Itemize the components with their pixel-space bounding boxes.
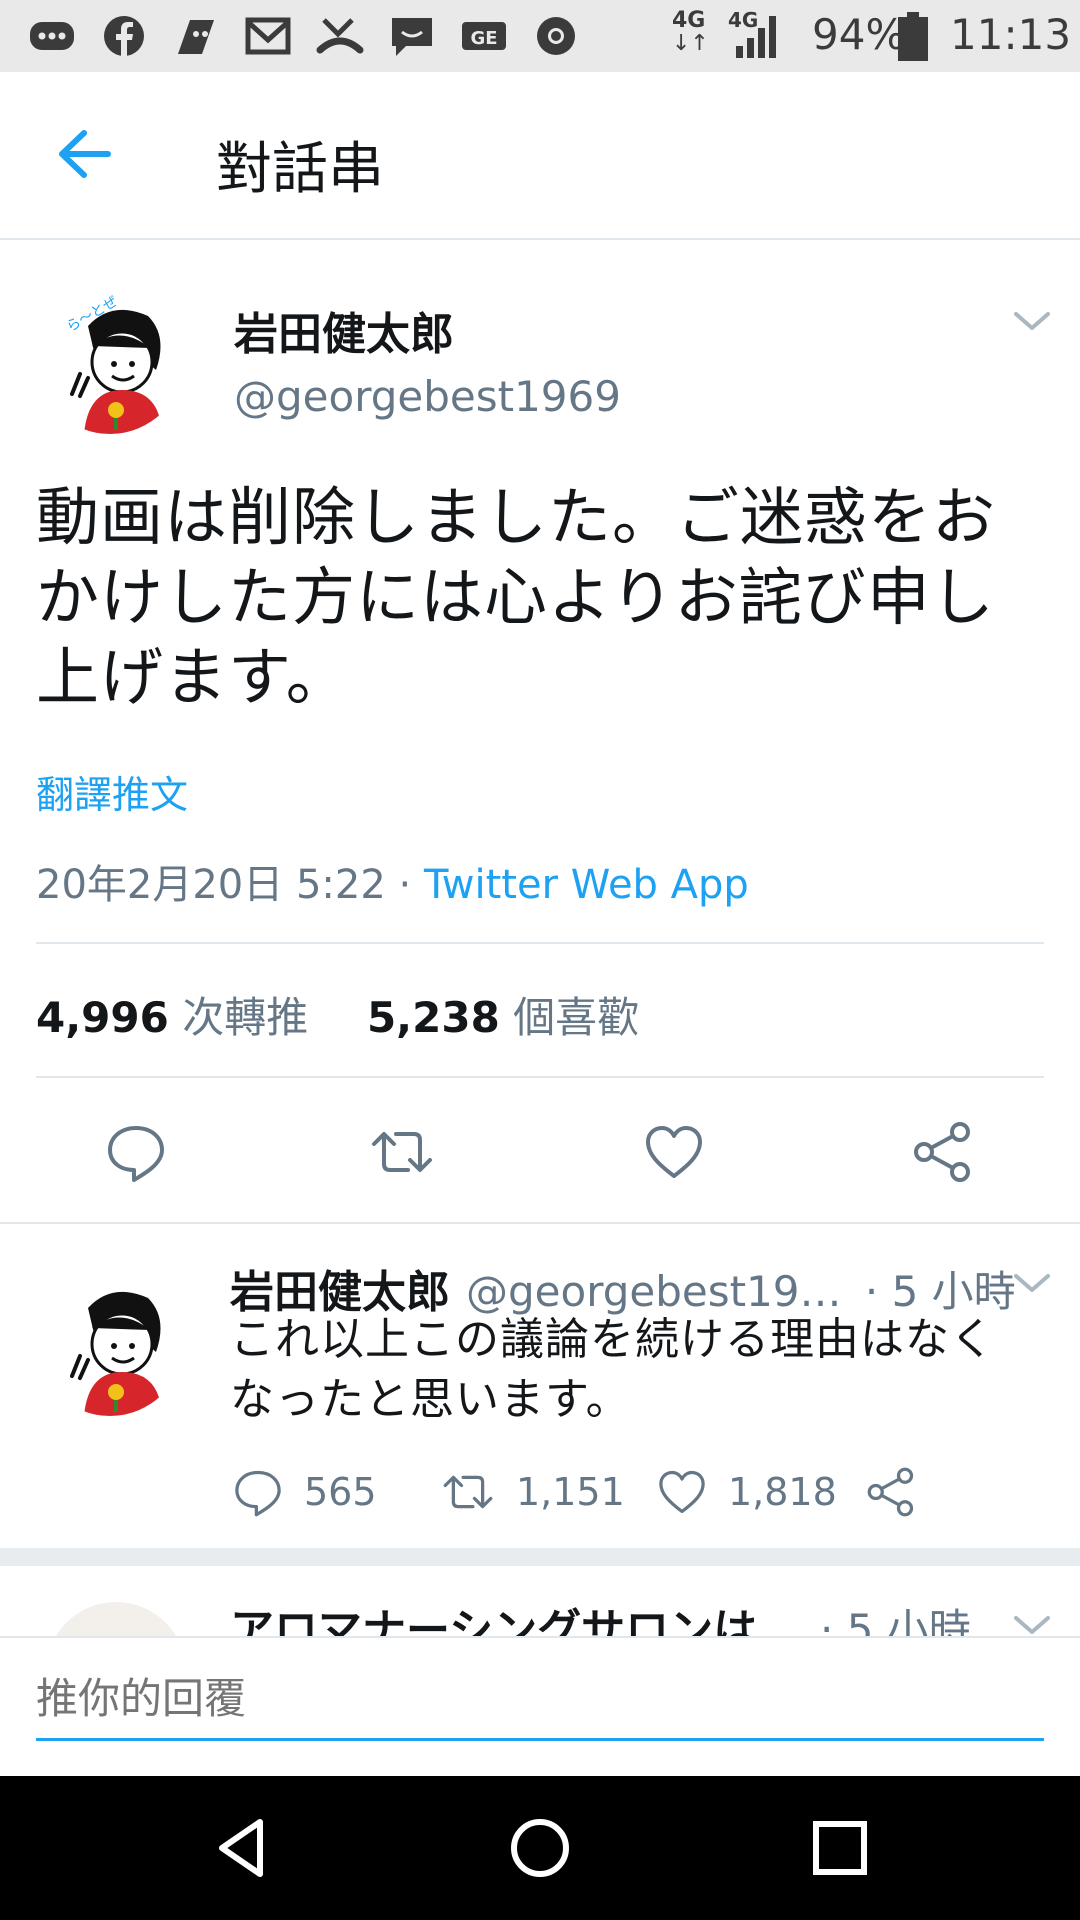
status-bar: GE 4G ↓↑ 4G 94% 11:13 (0, 0, 1080, 72)
translate-tweet-link[interactable]: 翻譯推文 (36, 764, 188, 819)
nav-home-icon[interactable] (504, 1812, 576, 1884)
reply-retweet-count: 1,151 (516, 1470, 625, 1514)
signal-icon (736, 16, 776, 58)
reply-handle-text[interactable]: @georgebest19… (466, 1267, 842, 1316)
nav-back-icon[interactable] (206, 1812, 278, 1884)
back-button[interactable] (48, 122, 120, 186)
compose-bar (0, 1636, 1080, 1778)
meta-separator: · (385, 862, 424, 908)
avatar-illustration (36, 1268, 184, 1416)
reply-input[interactable] (36, 1658, 1044, 1741)
reply-avatar[interactable] (36, 1268, 184, 1416)
tweet-meta: 20年2月20日 5:22 · Twitter Web App (36, 852, 749, 910)
retweet-label: 次轉推 (182, 993, 309, 1042)
divider (36, 942, 1044, 944)
like-heart-icon (659, 1470, 705, 1514)
next-reply-avatar[interactable] (46, 1602, 186, 1636)
news-app-icon: GE (462, 22, 506, 50)
share-icon (867, 1467, 914, 1517)
reply-icon (235, 1470, 281, 1517)
tweet-text: 動画は削除しました。ご迷惑をおかけした方には心よりお詫び申し上げます。 (36, 481, 996, 714)
app-header: 對話串 (0, 72, 1080, 240)
reply-reply-button[interactable]: 565 (232, 1462, 377, 1522)
page-title: 對話串 (216, 137, 384, 202)
more-notifications-icon (30, 22, 74, 50)
next-reply-author-name[interactable]: アロマナーシングサロンは (230, 1594, 757, 1636)
divider (36, 1076, 1044, 1078)
reply-time: · 5 小時 (864, 1267, 1016, 1316)
share-icon[interactable] (912, 1120, 976, 1184)
reply-retweet-button[interactable]: 1,151 (440, 1462, 625, 1522)
facebook-icon (104, 16, 144, 56)
reply-text: これ以上この議論を続ける理由はなくなったと思います。 (230, 1314, 995, 1425)
reply-like-count: 1,818 (728, 1470, 837, 1514)
reply-reply-count: 565 (304, 1470, 377, 1514)
battery-icon (898, 12, 928, 61)
reply-icon[interactable] (104, 1120, 168, 1184)
clock: 11:13 (950, 10, 1072, 59)
network-indicator-a: 4G ↓↑ (672, 8, 709, 56)
nav-recents-icon[interactable] (804, 1812, 876, 1884)
gmail-icon (245, 17, 291, 55)
svg-text:GE: GE (470, 28, 497, 49)
divider (0, 1222, 1080, 1224)
chevron-down-icon[interactable] (1012, 306, 1052, 336)
avatar[interactable]: ら〜とぜ (36, 286, 184, 434)
like-stat[interactable]: 5,238 個喜歡 (367, 993, 639, 1042)
chrome-icon (537, 17, 575, 55)
like-count: 5,238 (366, 993, 500, 1042)
chevron-down-icon[interactable] (1012, 1268, 1052, 1298)
reply-like-button[interactable]: 1,818 (656, 1462, 837, 1522)
tweet-source-link[interactable]: Twitter Web App (424, 862, 749, 908)
system-navigation-bar (0, 1776, 1080, 1920)
battery-percent: 94% (812, 10, 906, 59)
next-reply-partial[interactable]: アロマナーシングサロンは · 5 小時 (0, 1566, 1080, 1636)
author-handle[interactable]: @georgebest1969 (234, 372, 621, 421)
app-notification-icon (178, 20, 214, 54)
retweet-stat[interactable]: 4,996 次轉推 (36, 993, 308, 1042)
missed-call-icon (316, 18, 364, 54)
thread-separator (0, 1548, 1080, 1566)
chat-app-icon (392, 18, 432, 56)
reply-share-button[interactable] (866, 1462, 918, 1522)
like-label: 個喜歡 (513, 993, 640, 1042)
tweet-stats: 4,996 次轉推 5,238 個喜歡 (36, 984, 639, 1045)
chevron-down-icon[interactable] (1012, 1610, 1052, 1636)
retweet-icon[interactable] (370, 1120, 434, 1184)
author-name[interactable]: 岩田健太郎 (234, 298, 454, 362)
avatar-illustration: ら〜とぜ (36, 286, 184, 434)
tweet-timestamp: 20年2月20日 5:22 (36, 862, 386, 908)
next-reply-time: · 5 小時 (820, 1605, 971, 1636)
back-arrow-icon (59, 130, 111, 178)
retweet-count: 4,996 (36, 993, 169, 1042)
like-heart-icon[interactable] (642, 1120, 706, 1184)
retweet-icon (443, 1475, 493, 1509)
